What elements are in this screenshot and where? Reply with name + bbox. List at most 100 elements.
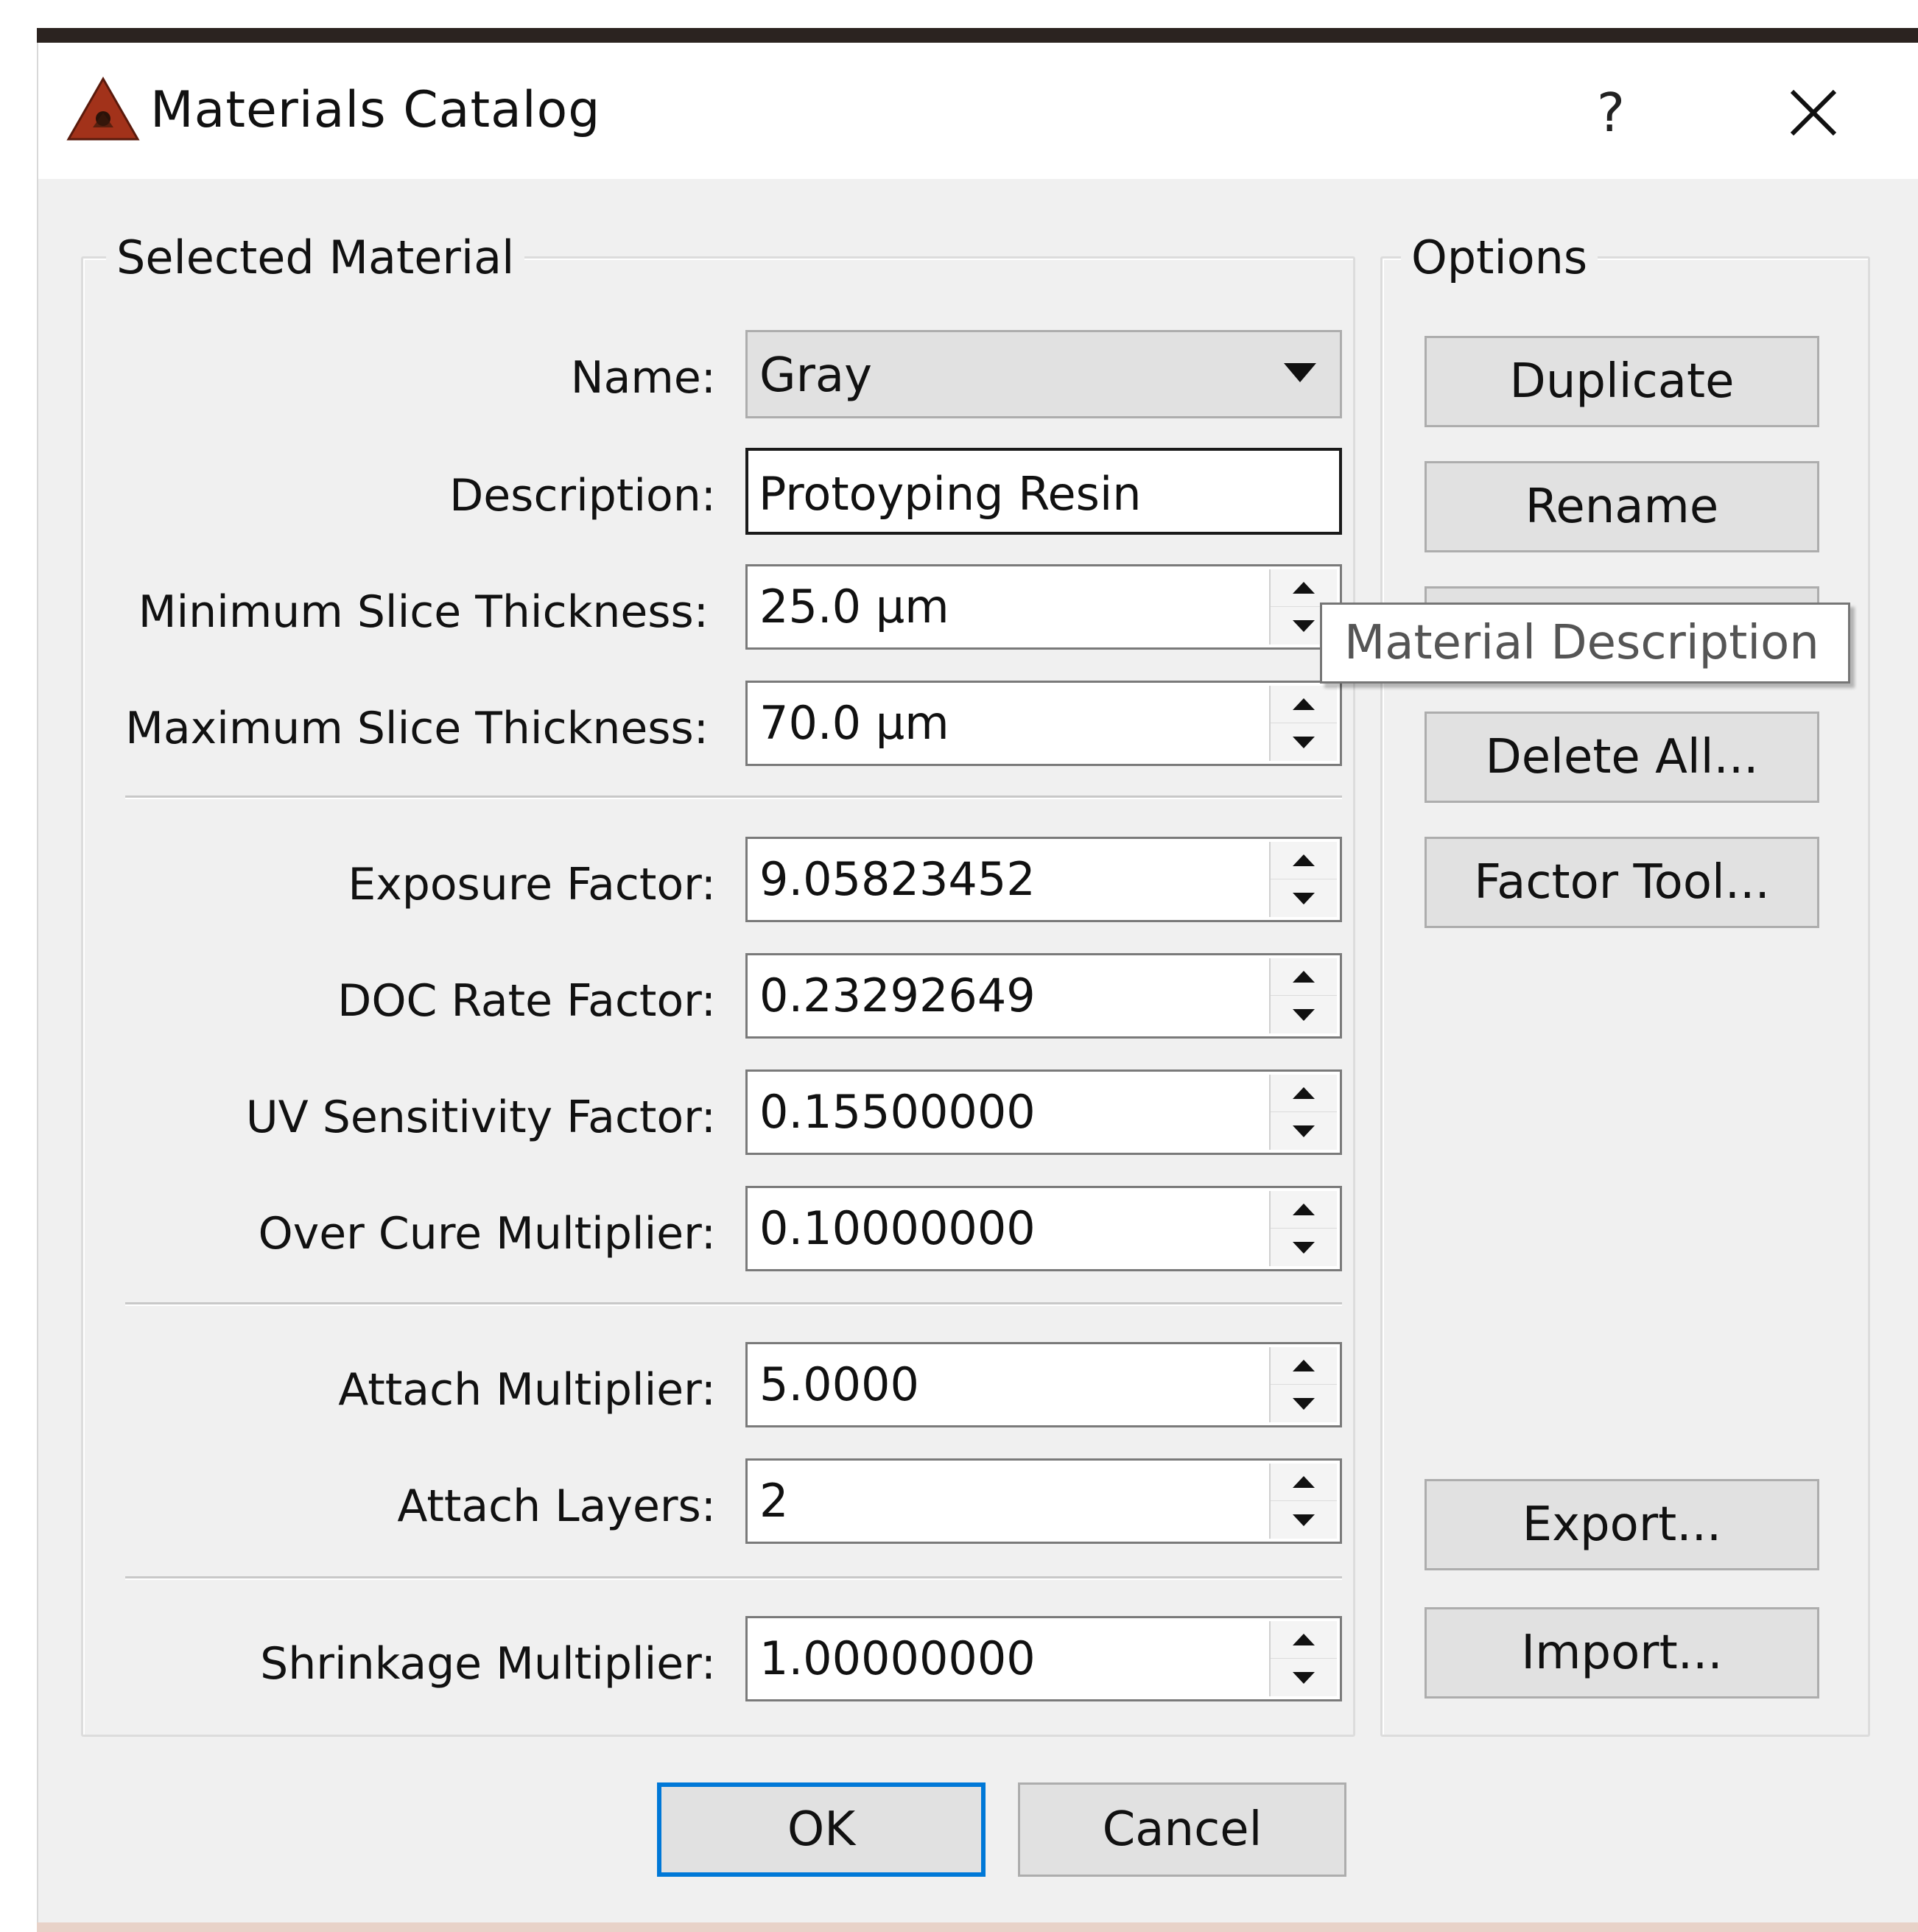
spin-up-button[interactable] <box>1271 1621 1337 1659</box>
name-dropdown[interactable]: Gray <box>745 330 1342 418</box>
spin-buttons <box>1269 686 1337 761</box>
attach-layers-spinbox[interactable]: 2 <box>745 1458 1342 1544</box>
factor-tool-button[interactable]: Factor Tool... <box>1425 837 1819 928</box>
spin-buttons <box>1269 1464 1337 1539</box>
spin-up-button[interactable] <box>1271 842 1337 879</box>
uv-sensitivity-factor-value: 0.15500000 <box>759 1085 1036 1139</box>
arrow-up-icon <box>1293 971 1315 983</box>
spin-buttons <box>1269 1347 1337 1422</box>
arrow-down-icon <box>1293 619 1315 632</box>
arrow-down-icon <box>1293 892 1315 904</box>
spin-down-button[interactable] <box>1271 1112 1337 1150</box>
window-bottom-edge <box>37 1922 1918 1932</box>
arrow-up-icon <box>1293 1360 1315 1371</box>
arrow-down-icon <box>1293 1008 1315 1021</box>
description-label: Description: <box>449 470 716 521</box>
spin-up-button[interactable] <box>1271 1347 1337 1385</box>
rename-button[interactable]: Rename <box>1425 461 1819 552</box>
spin-buttons <box>1269 1075 1337 1150</box>
arrow-down-icon <box>1293 1671 1315 1684</box>
arrow-down-icon <box>1293 1241 1315 1254</box>
uv-sensitivity-factor-spinbox[interactable]: 0.15500000 <box>745 1069 1342 1155</box>
arrow-up-icon <box>1293 1634 1315 1645</box>
window-title: Materials Catalog <box>150 81 601 139</box>
spin-down-button[interactable] <box>1271 1229 1337 1266</box>
spin-up-button[interactable] <box>1271 1191 1337 1229</box>
separator <box>125 1302 1342 1304</box>
max-slice-thickness-value: 70.0 µm <box>759 696 949 750</box>
import-button[interactable]: Import... <box>1425 1607 1819 1699</box>
attach-multiplier-label: Attach Multiplier: <box>338 1364 716 1416</box>
resin-triangle-icon <box>66 76 140 141</box>
materials-catalog-dialog: Materials Catalog ? Selected Material Na… <box>37 43 1918 1932</box>
exposure-factor-label: Exposure Factor: <box>348 859 716 910</box>
separator <box>125 1576 1342 1578</box>
arrow-down-icon <box>1293 1125 1315 1137</box>
cancel-button[interactable]: Cancel <box>1018 1782 1346 1877</box>
ok-button[interactable]: OK <box>657 1782 986 1877</box>
max-slice-thickness-spinbox[interactable]: 70.0 µm <box>745 681 1342 766</box>
spin-down-button[interactable] <box>1271 723 1337 761</box>
arrow-up-icon <box>1293 1087 1315 1099</box>
spin-up-button[interactable] <box>1271 686 1337 723</box>
chevron-down-icon <box>1284 363 1316 382</box>
spin-up-button[interactable] <box>1271 1075 1337 1112</box>
close-icon <box>1790 89 1837 136</box>
description-input[interactable]: Protoyping Resin <box>745 448 1342 535</box>
arrow-up-icon <box>1293 698 1315 710</box>
spin-up-button[interactable] <box>1271 1464 1337 1501</box>
spin-buttons <box>1269 958 1337 1033</box>
name-dropdown-value: Gray <box>759 348 872 403</box>
spin-down-button[interactable] <box>1271 996 1337 1033</box>
separator <box>125 795 1342 798</box>
description-input-value: Protoyping Resin <box>759 467 1142 521</box>
arrow-down-icon <box>1293 736 1315 748</box>
spin-up-button[interactable] <box>1271 569 1337 607</box>
export-button[interactable]: Export... <box>1425 1479 1819 1570</box>
selected-material-legend: Selected Material <box>106 231 525 284</box>
spin-buttons <box>1269 1621 1337 1696</box>
arrow-down-icon <box>1293 1514 1315 1526</box>
exposure-factor-value: 9.05823452 <box>759 852 1036 906</box>
name-label: Name: <box>570 352 716 404</box>
exposure-factor-spinbox[interactable]: 9.05823452 <box>745 837 1342 922</box>
window-top-edge <box>37 28 1918 43</box>
min-slice-thickness-value: 25.0 µm <box>759 580 949 633</box>
doc-rate-factor-value: 0.23292649 <box>759 969 1036 1022</box>
over-cure-multiplier-value: 0.10000000 <box>759 1201 1036 1255</box>
attach-multiplier-spinbox[interactable]: 5.0000 <box>745 1342 1342 1427</box>
title-bar[interactable]: Materials Catalog ? <box>38 43 1918 179</box>
doc-rate-factor-spinbox[interactable]: 0.23292649 <box>745 953 1342 1039</box>
options-legend: Options <box>1401 231 1598 284</box>
spin-up-button[interactable] <box>1271 958 1337 996</box>
arrow-up-icon <box>1293 1476 1315 1488</box>
spin-down-button[interactable] <box>1271 879 1337 917</box>
material-description-tooltip: Material Description <box>1320 603 1850 684</box>
spin-buttons <box>1269 842 1337 917</box>
over-cure-multiplier-label: Over Cure Multiplier: <box>258 1208 716 1260</box>
uv-sensitivity-factor-label: UV Sensitivity Factor: <box>245 1092 716 1143</box>
attach-multiplier-value: 5.0000 <box>759 1357 919 1411</box>
spin-down-button[interactable] <box>1271 1385 1337 1422</box>
help-button[interactable]: ? <box>1570 72 1651 153</box>
spin-buttons <box>1269 1191 1337 1266</box>
arrow-down-icon <box>1293 1397 1315 1410</box>
attach-layers-value: 2 <box>759 1474 789 1528</box>
shrinkage-multiplier-label: Shrinkage Multiplier: <box>260 1638 716 1690</box>
attach-layers-label: Attach Layers: <box>397 1480 716 1532</box>
arrow-up-icon <box>1293 1204 1315 1215</box>
max-slice-thickness-label: Maximum Slice Thickness: <box>125 703 709 754</box>
delete-all-button[interactable]: Delete All... <box>1425 712 1819 803</box>
over-cure-multiplier-spinbox[interactable]: 0.10000000 <box>745 1186 1342 1271</box>
close-button[interactable] <box>1769 72 1858 153</box>
arrow-up-icon <box>1293 854 1315 866</box>
duplicate-button[interactable]: Duplicate <box>1425 336 1819 427</box>
shrinkage-multiplier-value: 1.00000000 <box>759 1631 1036 1685</box>
doc-rate-factor-label: DOC Rate Factor: <box>337 975 716 1027</box>
arrow-up-icon <box>1293 582 1315 594</box>
shrinkage-multiplier-spinbox[interactable]: 1.00000000 <box>745 1616 1342 1701</box>
min-slice-thickness-spinbox[interactable]: 25.0 µm <box>745 564 1342 650</box>
spin-down-button[interactable] <box>1271 1501 1337 1539</box>
spin-down-button[interactable] <box>1271 1659 1337 1696</box>
min-slice-thickness-label: Minimum Slice Thickness: <box>138 586 709 638</box>
